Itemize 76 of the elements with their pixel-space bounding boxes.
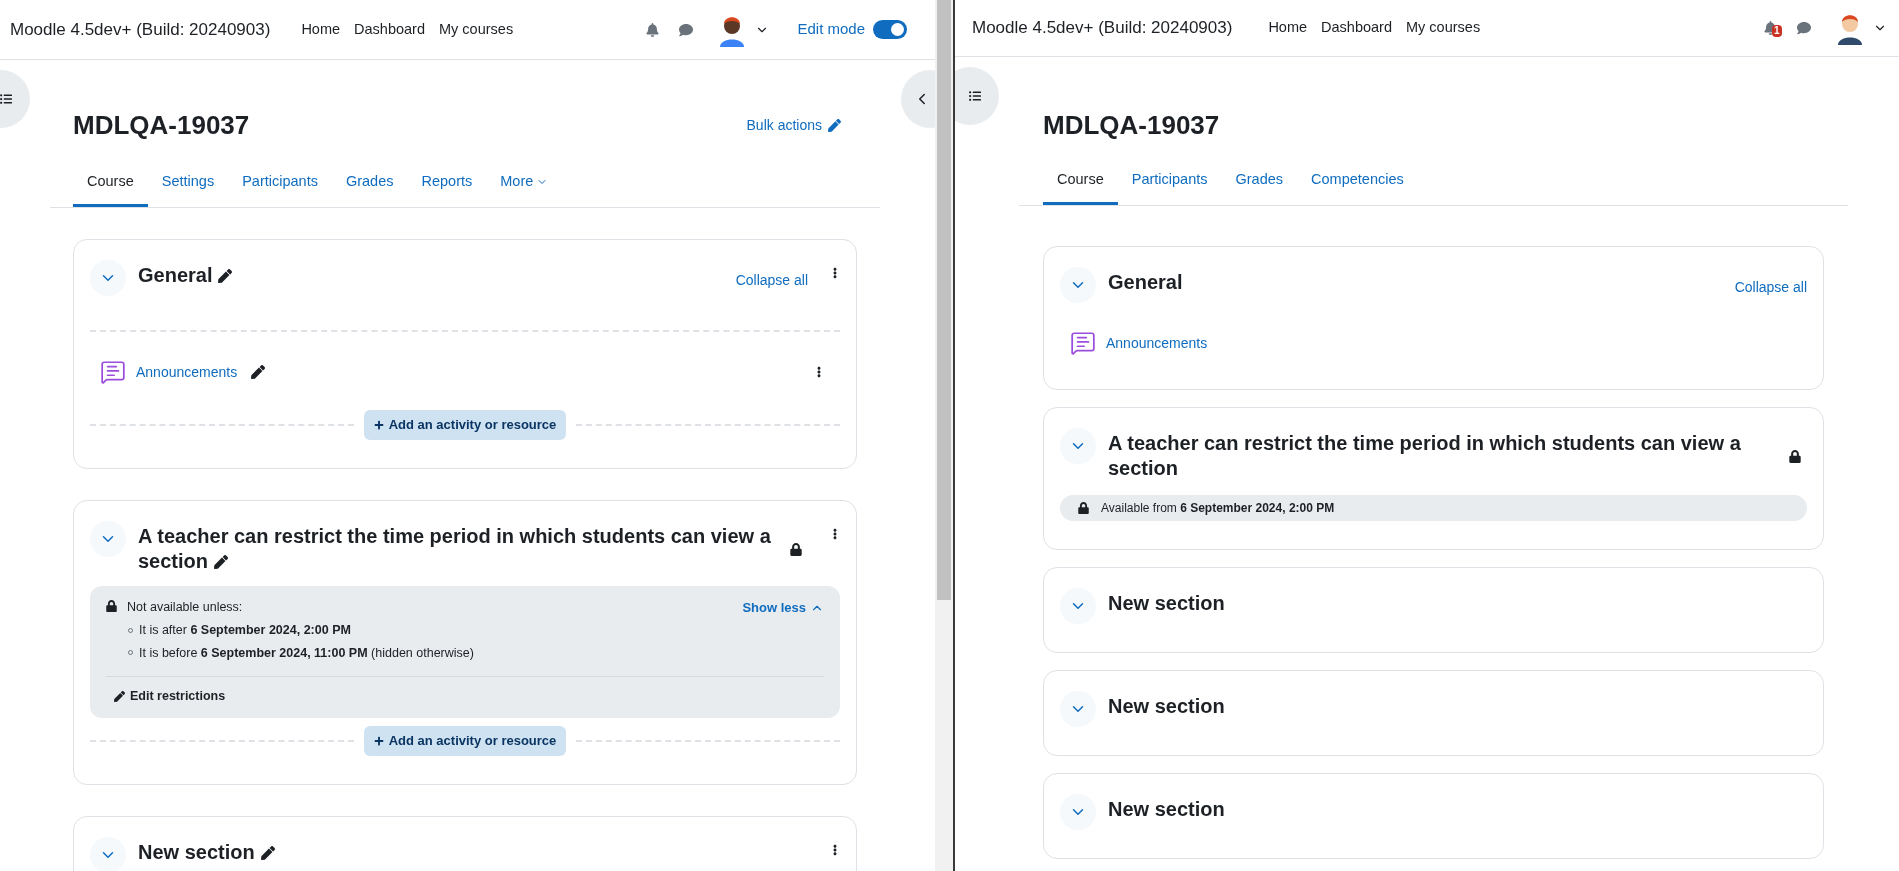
kebab-icon bbox=[833, 265, 837, 281]
section-title: New section bbox=[1108, 694, 1226, 719]
collapse-toggle[interactable] bbox=[90, 521, 126, 557]
lock-icon bbox=[1789, 450, 1801, 463]
section-title: General bbox=[1108, 270, 1184, 295]
plus-icon bbox=[373, 736, 384, 746]
nav-tab[interactable]: Reports bbox=[407, 159, 487, 207]
list-icon bbox=[0, 93, 12, 105]
restriction-heading: Not available unless: bbox=[127, 599, 244, 616]
nav-tab[interactable]: Grades bbox=[331, 159, 408, 207]
nav-tab[interactable]: Competencies bbox=[1297, 157, 1418, 205]
nav-tab[interactable]: Participants bbox=[1117, 157, 1222, 205]
nav-tab[interactable]: Participants bbox=[228, 159, 332, 207]
pencil-icon bbox=[828, 118, 841, 132]
site-name[interactable]: Moodle 4.5dev+ (Build: 20240903) bbox=[972, 15, 1233, 41]
section-title: General bbox=[138, 260, 724, 288]
nav-tab[interactable]: Course bbox=[73, 159, 148, 207]
pencil-icon[interactable] bbox=[218, 269, 233, 283]
nav-tab[interactable]: Grades bbox=[1221, 157, 1298, 205]
list-icon bbox=[969, 90, 981, 102]
add-activity-button[interactable]: Add an activity or resource bbox=[363, 726, 567, 756]
lock-icon bbox=[1078, 502, 1089, 514]
edit-mode-label: Edit mode bbox=[797, 19, 865, 40]
collapse-toggle[interactable] bbox=[1060, 794, 1096, 830]
bell-icon[interactable] bbox=[646, 22, 660, 37]
site-name[interactable]: Moodle 4.5dev+ (Build: 20240903) bbox=[10, 16, 271, 43]
restriction-item: It is after 6 September 2024, 2:00 PM bbox=[139, 621, 351, 639]
collapse-all-link[interactable]: Collapse all bbox=[735, 260, 808, 291]
nav-tab[interactable]: Course bbox=[1043, 157, 1118, 205]
pencil-icon[interactable] bbox=[260, 846, 275, 860]
edit-restrictions-link[interactable]: Edit restrictions bbox=[106, 687, 226, 706]
nav-tab[interactable]: More bbox=[486, 159, 563, 207]
kebab-icon bbox=[833, 526, 837, 542]
course-title: MDLQA-19037 bbox=[73, 109, 250, 142]
notification-badge: 1 bbox=[1772, 25, 1782, 37]
nav-tab[interactable]: Settings bbox=[147, 159, 229, 207]
kebab-icon bbox=[817, 364, 821, 380]
nav-link[interactable]: Dashboard bbox=[354, 18, 425, 41]
section-title: A teacher can restrict the time period in which students can view a section bbox=[138, 524, 772, 574]
section-title: New section bbox=[1108, 591, 1226, 616]
collapse-toggle[interactable] bbox=[90, 260, 126, 296]
message-icon[interactable] bbox=[1797, 21, 1811, 35]
pencil-icon[interactable] bbox=[251, 365, 266, 379]
collapse-toggle[interactable] bbox=[90, 837, 126, 871]
plus-icon bbox=[373, 420, 384, 430]
availability-text: Available from 6 September 2024, 2:00 PM bbox=[1101, 500, 1335, 517]
message-icon[interactable] bbox=[679, 22, 694, 37]
collapse-all-link[interactable]: Collapse all bbox=[1734, 267, 1807, 298]
activity-link[interactable]: Announcements bbox=[136, 361, 238, 383]
add-activity-button[interactable]: Add an activity or resource bbox=[363, 410, 567, 440]
nav-link[interactable]: Home bbox=[301, 18, 341, 41]
collapse-toggle[interactable] bbox=[1060, 691, 1096, 727]
pencil-icon bbox=[114, 691, 125, 703]
pencil-icon[interactable] bbox=[214, 555, 229, 569]
collapse-toggle[interactable] bbox=[1060, 428, 1096, 464]
collapse-toggle[interactable] bbox=[1060, 267, 1096, 303]
bulk-actions-link[interactable]: Bulk actions bbox=[746, 114, 841, 136]
forum-icon bbox=[1070, 330, 1096, 356]
collapse-toggle[interactable] bbox=[1060, 588, 1096, 624]
section-title: A teacher can restrict the time period in which students can view a section bbox=[1108, 431, 1742, 481]
section-title: New section bbox=[138, 837, 808, 865]
kebab-icon bbox=[833, 842, 837, 858]
nav-link[interactable]: Dashboard bbox=[1321, 17, 1392, 39]
activity-link[interactable]: Announcements bbox=[1106, 332, 1208, 354]
edit-mode-switch[interactable] bbox=[873, 20, 907, 39]
lock-icon bbox=[106, 600, 117, 612]
nav-link[interactable]: My courses bbox=[439, 18, 514, 41]
section-title: New section bbox=[1108, 797, 1226, 822]
course-title: MDLQA-19037 bbox=[1043, 109, 1220, 142]
course-index-button[interactable] bbox=[955, 67, 999, 125]
restriction-item: It is before 6 September 2024, 11:00 PM (hidden otherwise) bbox=[139, 644, 474, 662]
nav-link[interactable]: My courses bbox=[1406, 17, 1481, 39]
show-less-link[interactable]: Show less bbox=[742, 598, 824, 618]
nav-link[interactable]: Home bbox=[1268, 17, 1308, 39]
lock-icon bbox=[790, 543, 802, 556]
forum-icon bbox=[100, 359, 126, 385]
